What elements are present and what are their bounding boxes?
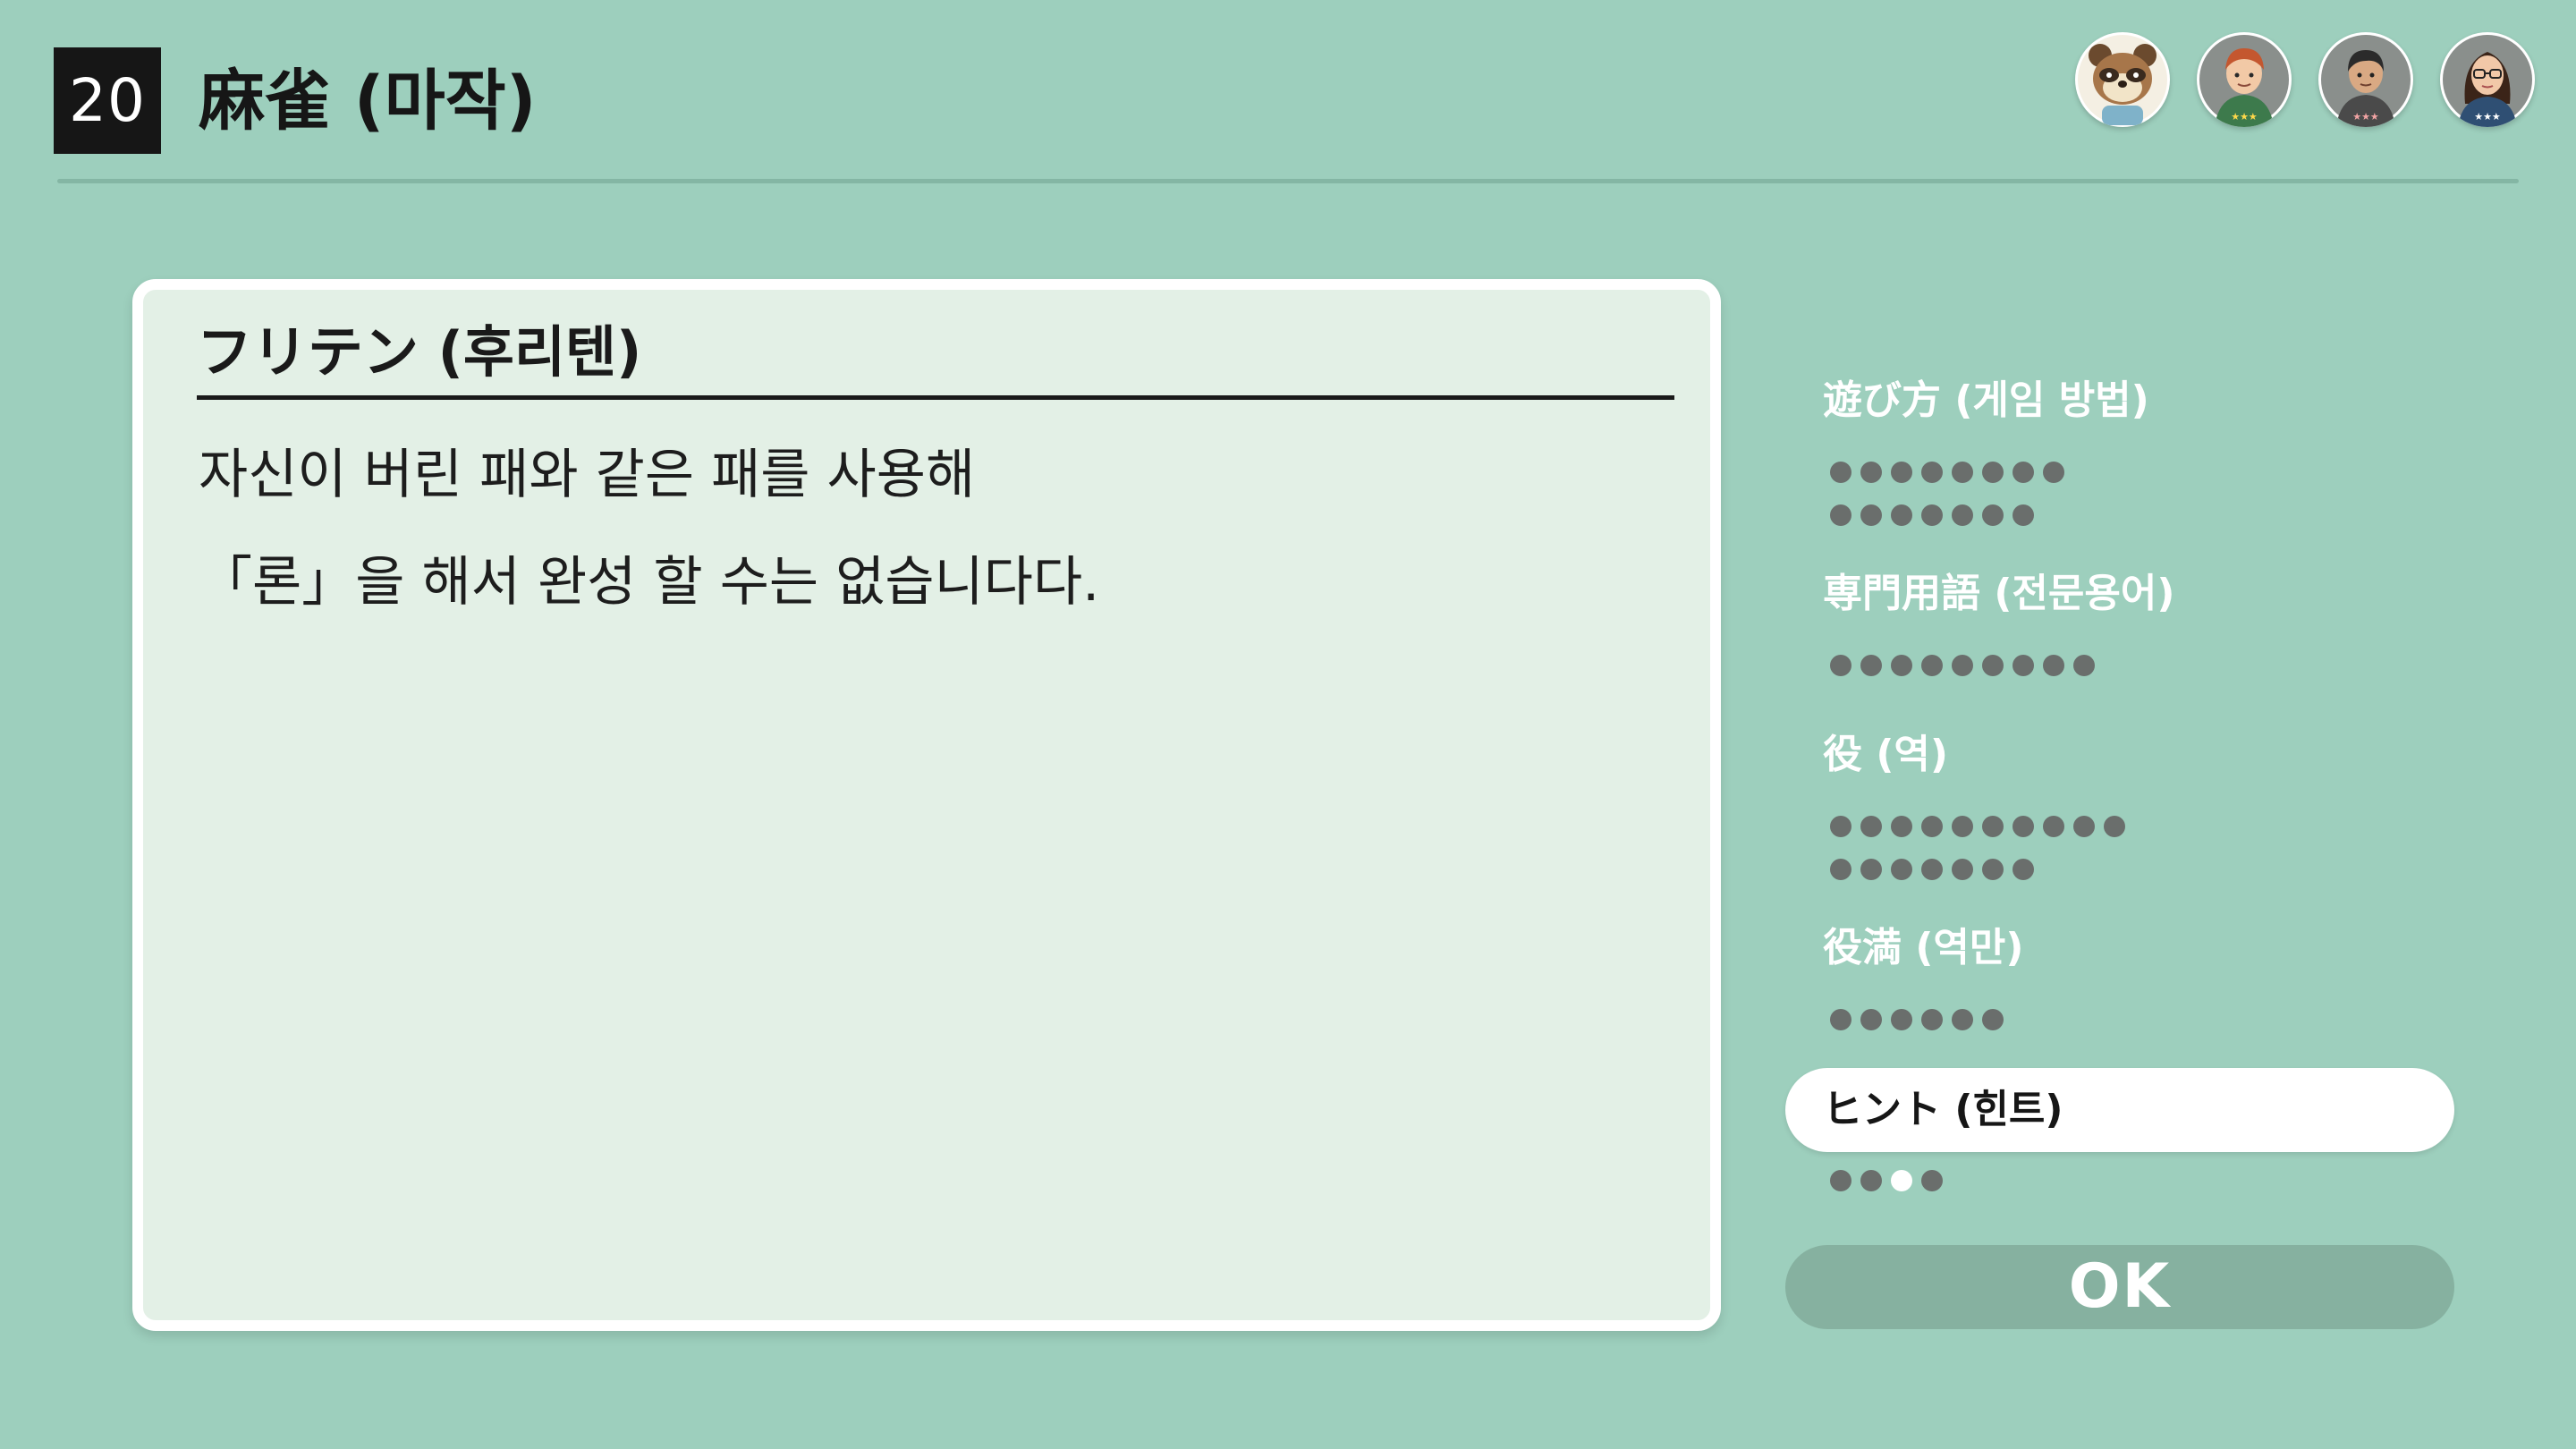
rule-text-line: 자신이 버린 패와 같은 패를 사용해 bbox=[199, 444, 976, 506]
page-dot bbox=[1952, 816, 1973, 837]
ok-button[interactable]: OK bbox=[1785, 1245, 2454, 1329]
page-dot bbox=[1830, 1170, 1852, 1191]
menu-item-hint[interactable]: ヒント (힌트) bbox=[1785, 1068, 2454, 1152]
page-dot bbox=[1921, 462, 1943, 483]
svg-text:★★★: ★★★ bbox=[2231, 111, 2258, 123]
page-dot bbox=[1860, 1009, 1882, 1030]
page-dot bbox=[2012, 816, 2034, 837]
page-dot bbox=[1982, 655, 2004, 676]
page-dot bbox=[2012, 462, 2034, 483]
page-dot bbox=[1921, 859, 1943, 880]
page-dot bbox=[2043, 816, 2064, 837]
page-dot bbox=[1921, 816, 1943, 837]
page-dot bbox=[1982, 816, 2004, 837]
player-avatars: ★★★ ★★★ ★★★ bbox=[2075, 32, 2540, 132]
header-divider bbox=[57, 179, 2519, 183]
page-dots bbox=[1830, 816, 2206, 880]
page-dot bbox=[1921, 1009, 1943, 1030]
page-dot bbox=[1860, 655, 1882, 676]
game-number-badge: 20 bbox=[54, 47, 161, 154]
rule-card: フリテン (후리텐) 자신이 버린 패와 같은 패를 사용해 「론」을 해서 완… bbox=[132, 279, 1721, 1331]
page-dot bbox=[2073, 816, 2095, 837]
game-title: 麻雀 (마작) bbox=[199, 63, 537, 140]
page-dot bbox=[1830, 1009, 1852, 1030]
rule-title: フリテン (후리텐) bbox=[197, 319, 642, 385]
redhead-player-icon: ★★★ bbox=[2197, 32, 2292, 127]
rule-text-line: 「론」을 해서 완성 할 수는 없습니다다. bbox=[199, 551, 1100, 614]
page-dot bbox=[1891, 462, 1912, 483]
page-dot bbox=[2104, 816, 2125, 837]
rule-title-underline bbox=[197, 395, 1674, 400]
menu-item-terms[interactable]: 専門用語 (전문용어) bbox=[1823, 567, 2174, 621]
current-page-dot bbox=[1891, 1170, 1912, 1191]
page-dot bbox=[1860, 462, 1882, 483]
menu-item-yakuman[interactable]: 役満 (역만) bbox=[1823, 921, 2024, 975]
page-dot bbox=[1830, 462, 1852, 483]
page-dot bbox=[1891, 504, 1912, 526]
page-dot bbox=[2012, 859, 2034, 880]
page-dot bbox=[1982, 462, 2004, 483]
page-dot bbox=[1891, 655, 1912, 676]
page-dots bbox=[1830, 1170, 2206, 1191]
page-dot bbox=[1830, 504, 1852, 526]
page-dot bbox=[1860, 859, 1882, 880]
game-screen: 20 麻雀 (마작) ★★★ ★★★ ★★★ フリテン (후리텐) 자신이 버린… bbox=[0, 0, 2576, 1449]
page-dot bbox=[2043, 655, 2064, 676]
page-dot bbox=[1952, 859, 1973, 880]
page-dot bbox=[1952, 504, 1973, 526]
page-dot bbox=[1891, 859, 1912, 880]
page-dot bbox=[1952, 462, 1973, 483]
page-dot bbox=[1891, 1009, 1912, 1030]
menu-item-how-to-play[interactable]: 遊び方 (게임 방법) bbox=[1823, 374, 2149, 428]
page-dot bbox=[2073, 655, 2095, 676]
menu-item-yaku[interactable]: 役 (역) bbox=[1823, 728, 1948, 782]
page-dot bbox=[1921, 1170, 1943, 1191]
page-dot bbox=[1860, 1170, 1882, 1191]
page-dot bbox=[1830, 655, 1852, 676]
page-dot bbox=[1921, 655, 1943, 676]
page-dot bbox=[1830, 816, 1852, 837]
svg-text:★★★: ★★★ bbox=[2474, 111, 2501, 123]
page-dot bbox=[1952, 1009, 1973, 1030]
dark-hair-player-icon: ★★★ bbox=[2318, 32, 2413, 127]
page-dot bbox=[1921, 504, 1943, 526]
page-dot bbox=[1830, 859, 1852, 880]
page-dot bbox=[1860, 504, 1882, 526]
page-dot bbox=[1982, 1009, 2004, 1030]
page-dots bbox=[1830, 655, 2206, 676]
svg-text:★★★: ★★★ bbox=[2352, 111, 2379, 123]
page-dot bbox=[2012, 504, 2034, 526]
page-dot bbox=[2012, 655, 2034, 676]
page-dots bbox=[1830, 1009, 2206, 1030]
page-dot bbox=[1891, 816, 1912, 837]
page-dot bbox=[1860, 816, 1882, 837]
page-dot bbox=[1952, 655, 1973, 676]
page-dot bbox=[2043, 462, 2064, 483]
page-dot bbox=[1982, 504, 2004, 526]
menu-item-hint-label: ヒント (힌트) bbox=[1823, 1087, 2063, 1132]
page-dot bbox=[1982, 859, 2004, 880]
glasses-player-icon: ★★★ bbox=[2440, 32, 2535, 127]
raccoon-player-icon bbox=[2075, 32, 2170, 127]
page-dots bbox=[1830, 462, 2206, 526]
